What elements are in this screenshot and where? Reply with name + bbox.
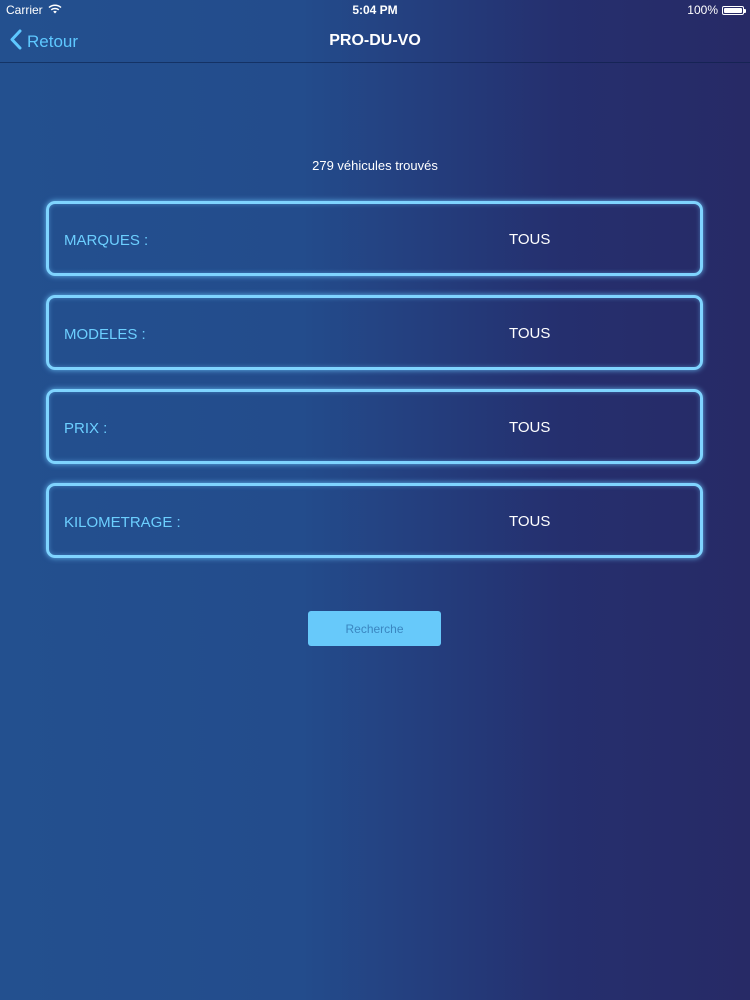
filter-value: TOUS [509, 231, 551, 248]
filter-row-kilometrage[interactable]: KILOMETRAGE : TOUS [46, 483, 703, 558]
nav-bar: Retour PRO-DU-VO [0, 20, 750, 63]
filter-row-modeles[interactable]: MODELES : TOUS [46, 295, 703, 370]
status-time: 5:04 PM [352, 3, 398, 17]
filter-label: KILOMETRAGE : [64, 514, 181, 531]
filter-row-prix[interactable]: PRIX : TOUS [46, 389, 703, 464]
filter-row-marques[interactable]: MARQUES : TOUS [46, 201, 703, 276]
filter-label: PRIX : [64, 420, 108, 437]
status-right: 100% [687, 3, 746, 17]
battery-icon [722, 5, 746, 15]
search-button[interactable]: Recherche [308, 611, 441, 646]
filter-list: MARQUES : TOUS MODELES : TOUS PRIX : TOU… [46, 201, 703, 577]
filter-value: TOUS [509, 325, 551, 342]
filter-label: MODELES : [64, 326, 146, 343]
page-title: PRO-DU-VO [329, 32, 421, 49]
battery-percent: 100% [687, 3, 718, 17]
result-count: 279 véhicules trouvés [312, 158, 438, 173]
battery-fill [724, 7, 742, 13]
status-bar: Carrier 5:04 PM 100% [0, 0, 750, 20]
filter-value: TOUS [509, 513, 551, 530]
filter-value: TOUS [509, 419, 551, 436]
filter-label: MARQUES : [64, 232, 149, 249]
